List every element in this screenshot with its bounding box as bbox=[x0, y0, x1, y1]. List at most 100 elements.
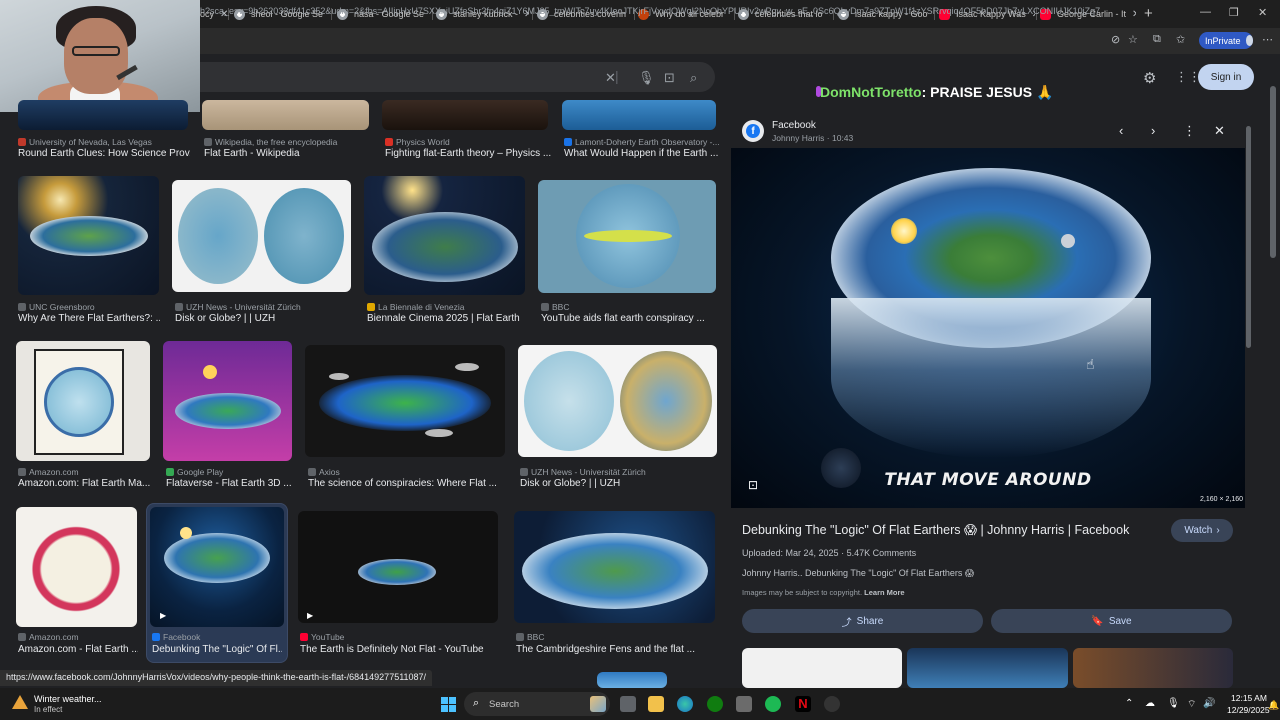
source-label: Facebook bbox=[163, 632, 201, 642]
store-icon[interactable] bbox=[736, 696, 752, 712]
result-title[interactable]: Round Earth Clues: How Science Prov... bbox=[18, 148, 190, 159]
result-title[interactable]: The Earth is Definitely Not Flat - YouTu… bbox=[300, 644, 506, 655]
result-thumbnail[interactable] bbox=[172, 180, 351, 292]
preview-title[interactable]: Debunking The "Logic" Of Flat Earthers 😱… bbox=[742, 522, 1129, 537]
result-title[interactable]: Biennale Cinema 2025 | Flat Earth bbox=[367, 313, 527, 324]
next-icon[interactable]: › bbox=[1151, 123, 1155, 138]
source-icon bbox=[520, 468, 528, 476]
notification-icon[interactable]: 🔔 bbox=[1268, 700, 1279, 711]
weather-title[interactable]: Winter weather... bbox=[34, 694, 102, 704]
taskbar-search[interactable] bbox=[464, 692, 610, 716]
result-title[interactable]: Why Are There Flat Earthers?: ... bbox=[18, 313, 160, 324]
image-caption: THAT MOVE AROUND bbox=[884, 470, 1092, 490]
result-title[interactable]: Fighting flat-Earth theory – Physics ... bbox=[385, 148, 553, 159]
file-explorer-icon[interactable] bbox=[648, 696, 664, 712]
search-icon[interactable]: ⌕ bbox=[690, 70, 697, 86]
facebook-icon: f bbox=[742, 120, 764, 142]
result-title[interactable]: Flat Earth - Wikipedia bbox=[204, 148, 374, 159]
result-thumbnail[interactable] bbox=[514, 511, 715, 623]
panel-scrollbar-thumb[interactable] bbox=[1246, 126, 1251, 348]
result-thumbnail[interactable] bbox=[18, 100, 188, 130]
result-thumbnail[interactable] bbox=[538, 180, 716, 293]
save-button[interactable]: 🔖 Save bbox=[991, 609, 1232, 633]
previous-icon[interactable]: ‹ bbox=[1119, 123, 1123, 138]
result-thumbnail[interactable] bbox=[382, 100, 548, 130]
result-title[interactable]: Flataverse - Flat Earth 3D ... bbox=[166, 478, 294, 489]
more-menu-icon[interactable]: ⋯ bbox=[1262, 33, 1273, 46]
result-title[interactable]: The science of conspiracies: Where Flat … bbox=[308, 478, 508, 489]
sign-in-button[interactable]: Sign in bbox=[1198, 64, 1254, 90]
microphone-icon[interactable]: 🎙 bbox=[638, 70, 655, 86]
close-icon[interactable]: ✕ bbox=[1214, 123, 1225, 139]
source-label: University of Nevada, Las Vegas bbox=[29, 137, 152, 147]
minimize-icon[interactable]: — bbox=[1200, 6, 1211, 18]
result-thumbnail[interactable] bbox=[16, 341, 150, 461]
result-title[interactable]: What Would Happen if the Earth ... bbox=[564, 148, 718, 159]
learn-more-link[interactable]: Learn More bbox=[864, 588, 904, 597]
result-thumbnail[interactable] bbox=[518, 345, 717, 457]
preview-image[interactable]: THAT MOVE AROUND bbox=[731, 148, 1245, 508]
result-thumbnail[interactable] bbox=[298, 511, 498, 623]
lens-icon[interactable]: ⊡ bbox=[664, 70, 675, 86]
cloud-icon[interactable]: ☁ bbox=[1145, 698, 1155, 709]
result-title[interactable]: Disk or Globe? | | UZH bbox=[175, 313, 353, 324]
related-thumbnail[interactable] bbox=[742, 648, 902, 688]
lens-search-icon[interactable]: ⊡ bbox=[748, 478, 758, 492]
share-button[interactable]: ⤴ Share bbox=[742, 609, 983, 633]
result-thumbnail[interactable] bbox=[364, 176, 525, 295]
start-button[interactable] bbox=[441, 697, 456, 712]
result-title[interactable]: The Cambridgeshire Fens and the flat ... bbox=[516, 644, 716, 655]
wifi-icon[interactable]: ⌔ bbox=[1187, 698, 1196, 711]
tracking-icon[interactable]: ⊘ bbox=[1111, 33, 1120, 46]
result-thumbnail[interactable] bbox=[597, 672, 667, 688]
result-thumbnail[interactable] bbox=[16, 507, 137, 627]
result-title[interactable]: Amazon.com: Flat Earth Ma... bbox=[18, 478, 152, 489]
result-thumbnail[interactable] bbox=[163, 341, 292, 461]
spotify-icon[interactable] bbox=[765, 696, 781, 712]
result-title[interactable]: YouTube aids flat earth conspiracy ... bbox=[541, 313, 717, 324]
inprivate-badge[interactable]: InPrivate bbox=[1199, 32, 1253, 49]
result-thumbnail[interactable] bbox=[18, 176, 159, 295]
result-thumbnail[interactable] bbox=[202, 100, 369, 130]
more-options-icon[interactable]: ⋮ bbox=[1183, 123, 1196, 139]
favorite-star-icon[interactable]: ☆ bbox=[1128, 33, 1138, 46]
address-bar-url[interactable]: h?sca_esv=9b262033df41c352&udm=2&fbs=AII… bbox=[200, 6, 1100, 16]
result-source: UZH News - Universität Zürich bbox=[175, 302, 301, 312]
tray-chevron-icon[interactable]: ⌃ bbox=[1125, 698, 1133, 709]
volume-icon[interactable]: 🔊 bbox=[1203, 698, 1215, 709]
related-thumbnail[interactable] bbox=[1073, 648, 1233, 688]
netflix-icon[interactable]: N bbox=[795, 696, 811, 712]
taskbar-search-label: Search bbox=[489, 699, 520, 710]
close-window-icon[interactable]: ✕ bbox=[1258, 6, 1267, 19]
result-thumbnail[interactable] bbox=[150, 507, 284, 627]
obs-icon[interactable] bbox=[824, 696, 840, 712]
task-view-icon[interactable] bbox=[620, 696, 636, 712]
result-title[interactable]: Debunking The "Logic" Of Fl... bbox=[152, 644, 282, 655]
result-thumbnail[interactable] bbox=[562, 100, 716, 130]
axios-icon bbox=[308, 468, 316, 476]
related-thumbnail[interactable] bbox=[907, 648, 1068, 688]
chat-badge-icon bbox=[816, 86, 821, 97]
clock-time[interactable]: 12:15 AM bbox=[1231, 693, 1267, 703]
close-icon[interactable]: ✕ bbox=[1132, 9, 1136, 20]
search-highlight-icon[interactable] bbox=[590, 696, 606, 712]
result-thumbnail[interactable] bbox=[305, 345, 505, 457]
clock-date[interactable]: 12/29/2025 bbox=[1227, 705, 1270, 715]
bookmark-icon: 🔖 bbox=[1091, 615, 1104, 627]
bbc-icon bbox=[541, 303, 549, 311]
scrollbar-thumb[interactable] bbox=[1270, 86, 1276, 258]
watch-button[interactable]: Watch › bbox=[1171, 519, 1233, 542]
xbox-icon[interactable] bbox=[707, 696, 723, 712]
edge-icon[interactable] bbox=[677, 696, 693, 712]
result-title[interactable]: Disk or Globe? | | UZH bbox=[520, 478, 716, 489]
result-title[interactable]: Amazon.com - Flat Earth ... bbox=[18, 644, 138, 655]
favorites-icon[interactable]: ✩ bbox=[1176, 33, 1185, 46]
new-tab-button[interactable]: + bbox=[1144, 5, 1153, 22]
copyright-notice: Images may be subject to copyright. Lear… bbox=[742, 588, 905, 597]
result-source: BBC bbox=[516, 632, 544, 642]
extensions-icon[interactable]: ⧉ bbox=[1153, 33, 1161, 46]
preview-source-name[interactable]: Facebook bbox=[772, 120, 816, 131]
restore-icon[interactable]: ❐ bbox=[1229, 6, 1239, 19]
microphone-icon[interactable]: 🎙 bbox=[1167, 698, 1180, 709]
gear-icon[interactable]: ⚙ bbox=[1143, 69, 1156, 87]
